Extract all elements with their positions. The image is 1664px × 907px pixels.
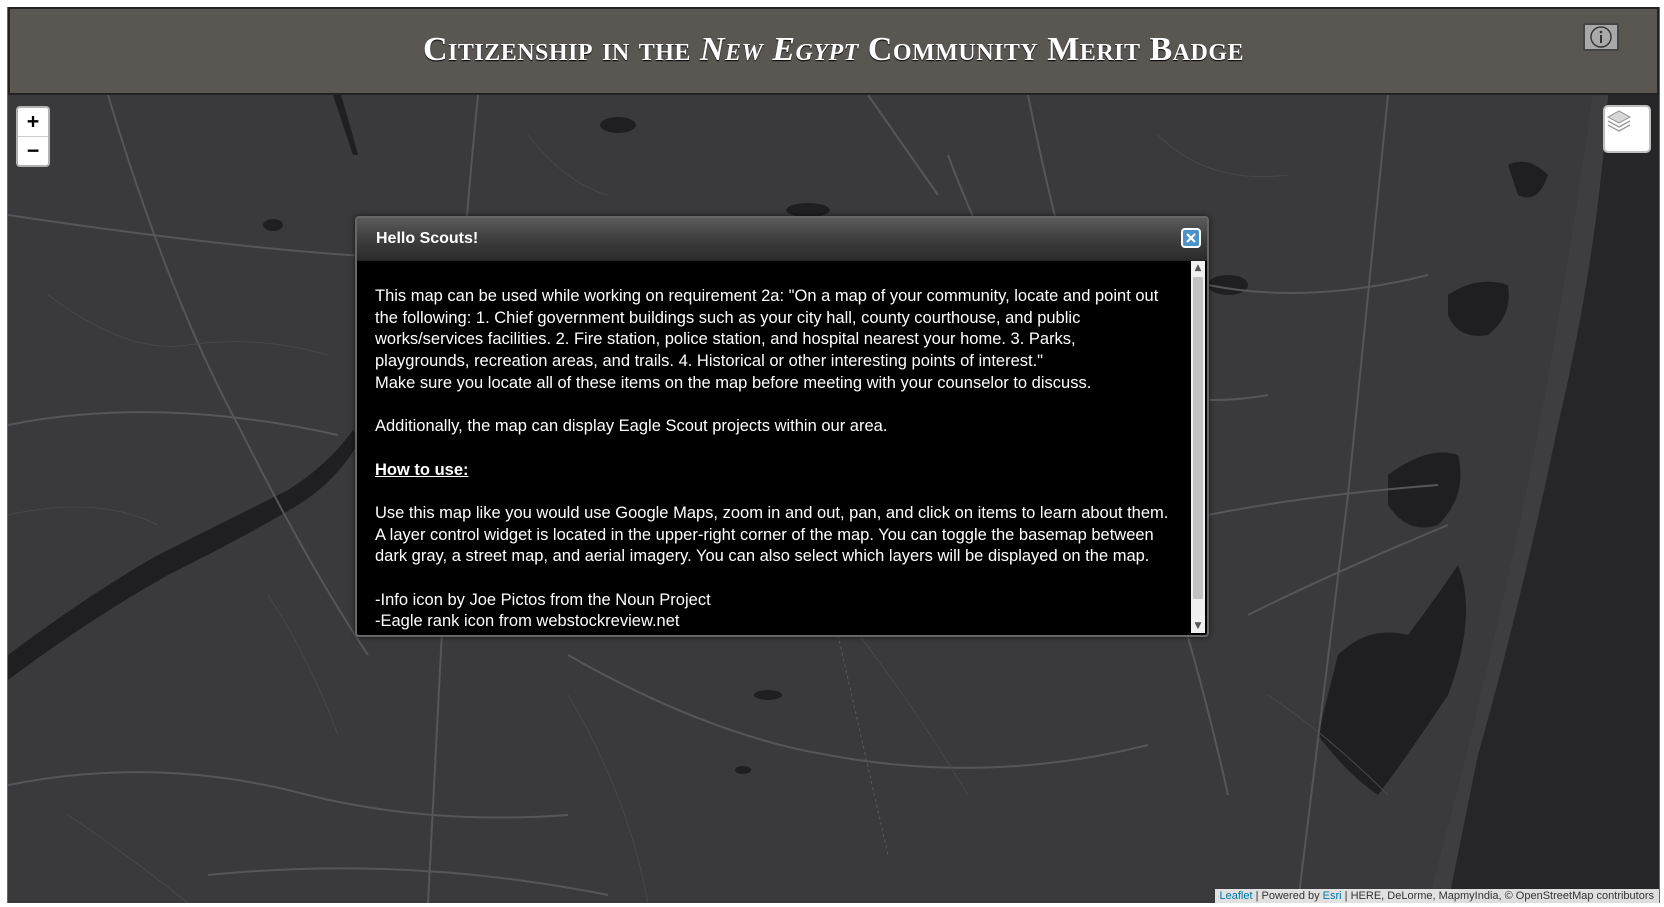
- eagle-projects-text: Additionally, the map can display Eagle …: [375, 417, 888, 436]
- how-to-heading: How to use:: [375, 460, 469, 479]
- info-icon-credit: -Info icon by Joe Pictos from the Noun P…: [375, 590, 711, 609]
- leaflet-link[interactable]: Leaflet: [1220, 890, 1253, 902]
- scroll-thumb[interactable]: [1193, 277, 1203, 599]
- attribution-providers: | HERE, DeLorme, MapmyIndia, © OpenStree…: [1341, 890, 1654, 902]
- requirement-text: This map can be used while working on re…: [375, 287, 1159, 371]
- title-part-1: Citizenship in the: [422, 31, 700, 68]
- dialog-scrollbar[interactable]: ▲ ▼: [1191, 261, 1205, 633]
- dialog-title: Hello Scouts!: [376, 230, 479, 247]
- attribution-powered-by: | Powered by: [1252, 890, 1323, 902]
- welcome-dialog: Hello Scouts! This map can be used while…: [355, 216, 1209, 637]
- layers-icon: [1606, 110, 1632, 132]
- esri-link[interactable]: Esri: [1323, 890, 1342, 902]
- info-icon: [1590, 26, 1612, 48]
- title-town-name: New Egypt: [699, 31, 859, 68]
- usage-text: Use this map like you would use Google M…: [375, 503, 1169, 566]
- page-title: Citizenship in the New Egypt Community M…: [10, 31, 1657, 69]
- layer-control-button[interactable]: [1603, 105, 1651, 153]
- zoom-control: + −: [16, 106, 50, 167]
- scroll-down-arrow[interactable]: ▼: [1191, 619, 1205, 633]
- header-bar: Citizenship in the New Egypt Community M…: [8, 7, 1659, 95]
- dialog-body: This map can be used while working on re…: [357, 261, 1189, 635]
- title-part-2: Community Merit Badge: [858, 31, 1245, 68]
- info-button[interactable]: [1583, 23, 1619, 51]
- zoom-in-button[interactable]: +: [18, 108, 48, 136]
- close-icon: [1186, 233, 1196, 243]
- scroll-up-arrow[interactable]: ▲: [1191, 261, 1205, 275]
- close-button[interactable]: [1181, 228, 1201, 248]
- map-attribution: Leaflet | Powered by Esri | HERE, DeLorm…: [1214, 889, 1659, 903]
- counselor-text: Make sure you locate all of these items …: [375, 373, 1092, 392]
- eagle-icon-credit: -Eagle rank icon from webstockreview.net: [375, 612, 680, 631]
- dialog-header: Hello Scouts!: [357, 218, 1207, 261]
- zoom-out-button[interactable]: −: [18, 136, 48, 165]
